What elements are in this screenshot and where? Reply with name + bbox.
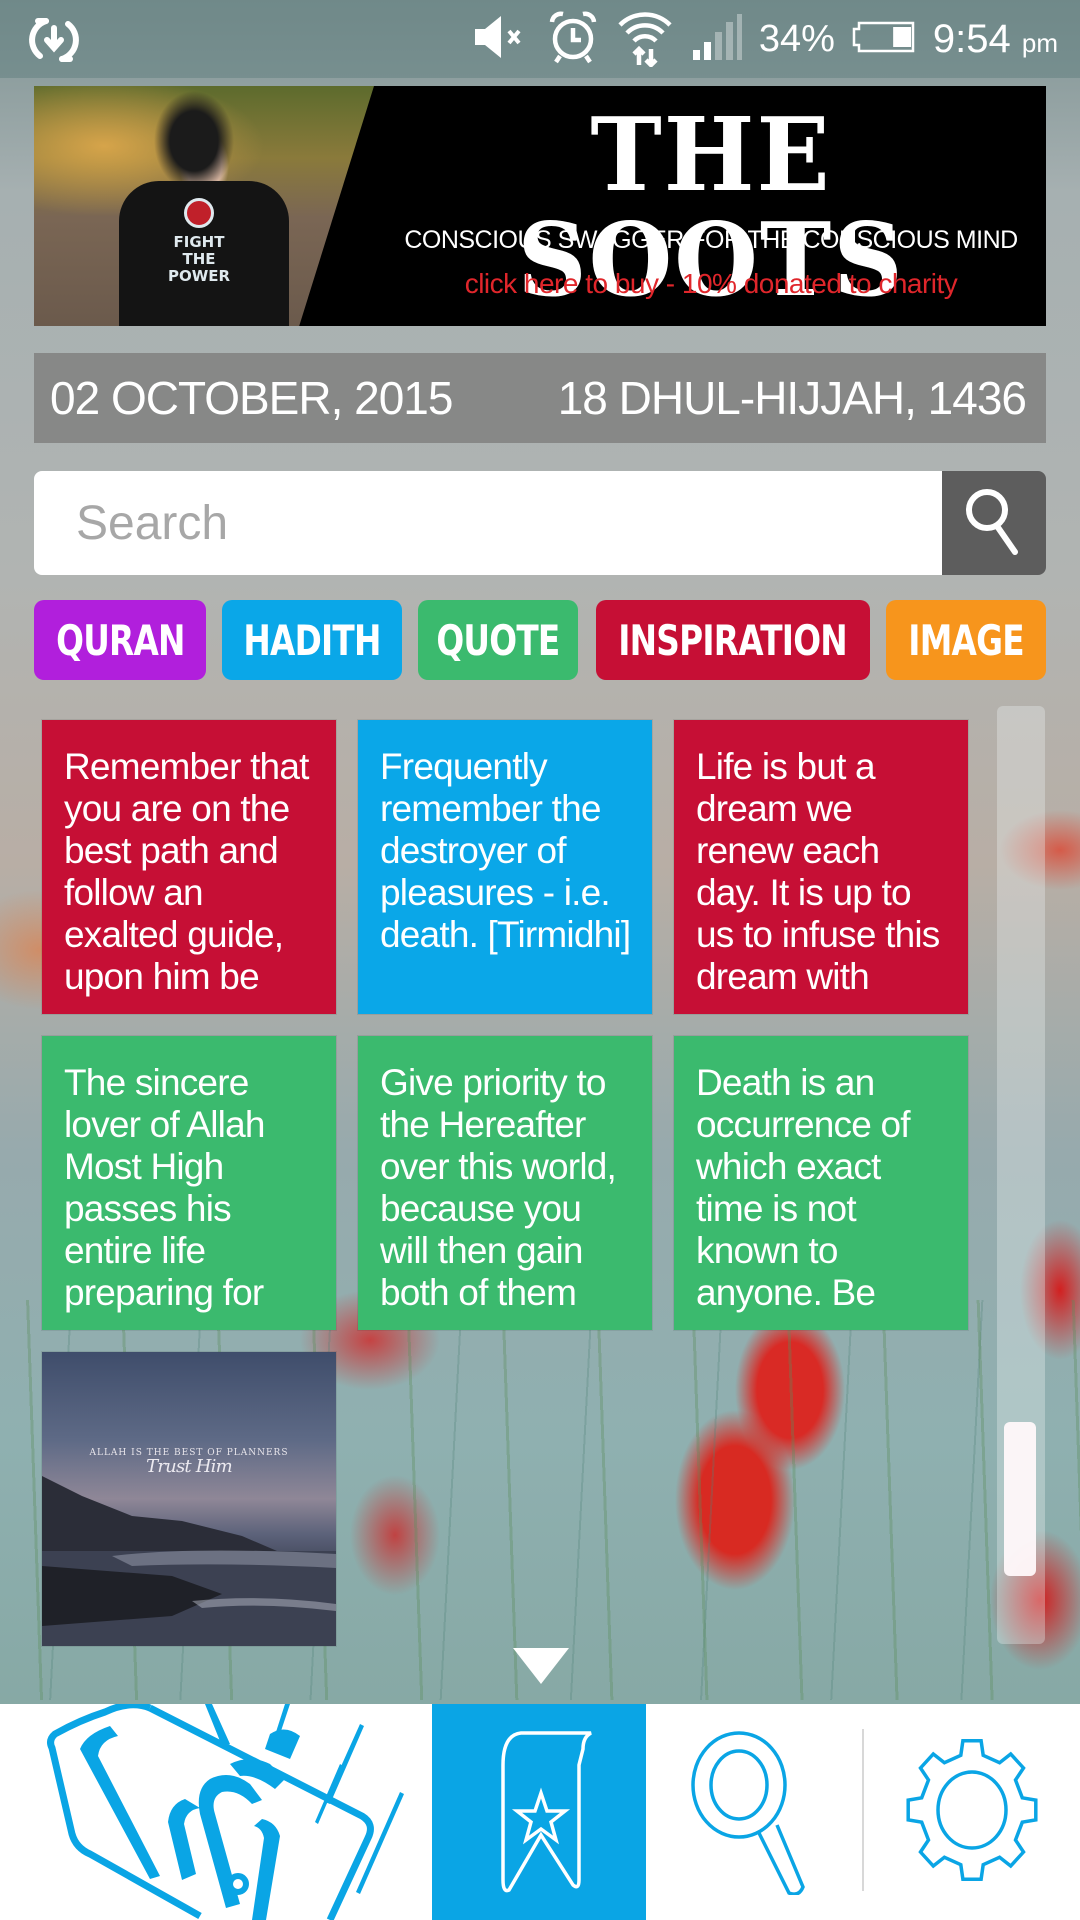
app-logo[interactable] xyxy=(0,1704,430,1920)
wifi-icon xyxy=(615,7,675,72)
content-card[interactable]: Remember that you are on the best path a… xyxy=(42,720,336,1014)
gear-icon xyxy=(897,1735,1047,1890)
bookmark-star-icon xyxy=(483,1725,595,1900)
banner-photo: FIGHT THE POWER xyxy=(34,86,374,326)
content-card[interactable]: Frequently remember the destroyer of ple… xyxy=(358,720,652,1014)
content-card[interactable]: The sincere lover of Allah Most High pas… xyxy=(42,1036,336,1330)
battery-icon xyxy=(851,17,917,62)
logo-icon xyxy=(47,1704,404,1920)
search-button[interactable] xyxy=(942,471,1046,575)
content-card[interactable]: Give priority to the Hereafter over this… xyxy=(358,1036,652,1330)
ad-banner[interactable]: FIGHT THE POWER THE SOOTS CONSCIOUS SWAG… xyxy=(34,86,1046,326)
scrollbar-thumb[interactable] xyxy=(1004,1421,1036,1576)
content-card[interactable]: Life is but a dream we renew each day. I… xyxy=(674,720,968,1014)
category-quote[interactable]: QUOTE xyxy=(418,600,578,680)
category-hadith[interactable]: HADITH xyxy=(222,600,402,680)
image-card[interactable]: ALLAH IS THE BEST OF PLANNERS Trust Him xyxy=(42,1352,336,1646)
search-bar xyxy=(34,471,1046,575)
date-bar: 02 OCTOBER, 2015 18 DHUL-HIJJAH, 1436 xyxy=(34,353,1046,443)
content-card[interactable]: Death is an occurrence of which exact ti… xyxy=(674,1036,968,1330)
category-filters: QURAN HADITH QUOTE INSPIRATION IMAGE xyxy=(34,600,1046,680)
clock: 9:54 pm xyxy=(932,16,1058,61)
banner-subtitle: CONSCIOUS SWAGGER FOR THE CONSCIOUS MIND xyxy=(404,226,1018,254)
sync-icon xyxy=(26,12,82,68)
nav-settings[interactable] xyxy=(864,1704,1080,1920)
volume-muted-icon xyxy=(473,14,531,65)
search-input[interactable] xyxy=(34,471,942,575)
image-card-landscape xyxy=(42,1476,336,1646)
status-bar: 34% 9:54 pm xyxy=(0,0,1080,78)
alarm-icon xyxy=(547,10,599,69)
search-icon xyxy=(963,486,1025,561)
scroll-down-arrow[interactable] xyxy=(513,1648,569,1684)
category-quran[interactable]: QURAN xyxy=(34,600,206,680)
category-image[interactable]: IMAGE xyxy=(886,600,1046,680)
banner-cta[interactable]: click here to buy - 10% donated to chari… xyxy=(396,268,1026,300)
search-icon xyxy=(689,1725,819,1900)
battery-percent: 34% xyxy=(758,17,835,60)
nav-search[interactable] xyxy=(646,1704,862,1920)
bottom-nav xyxy=(0,1704,1080,1920)
signal-icon xyxy=(691,12,743,67)
hijri-date: 18 DHUL-HIJJAH, 1436 xyxy=(557,372,1027,424)
category-inspiration[interactable]: INSPIRATION xyxy=(596,600,870,680)
nav-favorites[interactable] xyxy=(432,1704,646,1920)
gregorian-date: 02 OCTOBER, 2015 xyxy=(50,372,453,424)
